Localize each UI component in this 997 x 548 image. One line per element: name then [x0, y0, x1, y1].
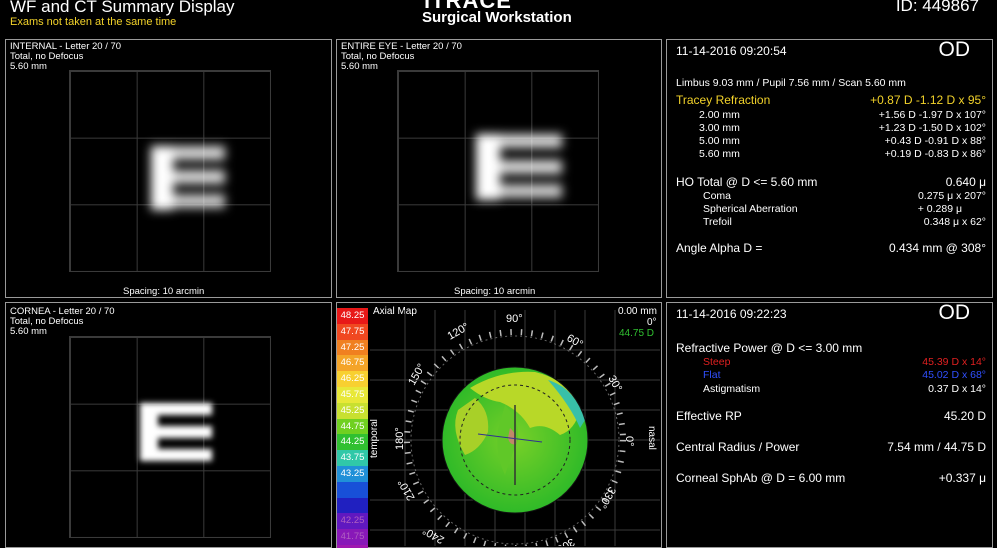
- angle-label: 240°: [421, 524, 447, 546]
- angle-label: 60°: [565, 332, 585, 351]
- scale-swatch: 43.75: [337, 450, 368, 466]
- spacing-label: Spacing: 10 arcmin: [454, 286, 536, 297]
- eye-label: OD: [938, 301, 971, 324]
- zone-value: +0.43 D -0.91 D x 88°: [884, 135, 986, 147]
- trefoil-label: Trefoil: [703, 216, 732, 228]
- angle-label: 210°: [396, 477, 418, 503]
- nasal-label: nasal: [646, 426, 657, 450]
- exam-datetime: 11-14-2016 09:22:23: [676, 307, 787, 321]
- coma-label: Coma: [703, 190, 732, 202]
- tracey-refraction-value: +0.87 D -1.12 D x 95°: [870, 93, 986, 107]
- scale-swatch: 47.75: [337, 323, 368, 340]
- scale-swatch: 45.25: [337, 402, 368, 419]
- scale-swatch: 47.25: [337, 339, 368, 356]
- scale-swatch: 48.25: [337, 308, 368, 324]
- flat-value: 45.02 D x 68°: [922, 369, 986, 381]
- limbus-pupil-scan: Limbus 9.03 mm / Pupil 7.56 mm / Scan 5.…: [676, 77, 906, 89]
- tracey-refraction-label: Tracey Refraction: [676, 93, 771, 107]
- internal-panel[interactable]: INTERNAL - Letter 20 / 70 Total, no Defo…: [5, 39, 332, 298]
- psf-letter-e: [136, 399, 216, 465]
- zone-value: +0.19 D -0.83 D x 86°: [884, 148, 986, 160]
- eye-label: OD: [938, 38, 971, 61]
- coma-value: 0.275 μ x 207°: [917, 190, 986, 202]
- spherical-aberration-value: + 0.289 μ: [917, 203, 962, 215]
- refractive-power-label: Refractive Power @ D <= 3.00 mm: [676, 341, 863, 355]
- angle-label: 90°: [506, 313, 523, 325]
- entire-eye-panel[interactable]: ENTIRE EYE - Letter 20 / 70 Total, no De…: [336, 39, 662, 298]
- scale-swatch: 42.25: [337, 513, 368, 530]
- spacing-label: Spacing: 10 arcmin: [123, 286, 205, 297]
- zone-value: +1.56 D -1.97 D x 107°: [878, 109, 986, 121]
- zone-mm: 5.60 mm: [699, 148, 740, 160]
- ho-total-label: HO Total @ D <= 5.60 mm: [676, 175, 818, 189]
- panel-diameter: 5.60 mm: [10, 326, 47, 337]
- topography-info-panel: 11-14-2016 09:22:23 OD Refractive Power …: [666, 301, 993, 548]
- spherical-aberration-label: Spherical Aberration: [703, 203, 798, 215]
- zone-value: +1.23 D -1.50 D x 102°: [878, 122, 986, 134]
- scale-swatch: [337, 481, 368, 498]
- scale-swatch: 44.75: [337, 418, 368, 435]
- angle-label: 180°: [394, 427, 406, 450]
- effective-rp-label: Effective RP: [676, 409, 742, 423]
- color-scale: 48.25 47.75 47.25 46.75 46.25 45.75 45.25 44.75…: [337, 308, 368, 548]
- flat-label: Flat: [703, 369, 721, 381]
- angle-label: 30°: [605, 374, 624, 394]
- ho-total-value: 0.640 μ: [945, 175, 986, 189]
- central-radius-value: 7.54 mm / 44.75 D: [887, 440, 986, 454]
- exam-datetime: 11-14-2016 09:20:54: [676, 44, 787, 58]
- corneal-map: [441, 366, 589, 514]
- zone-mm: 3.00 mm: [699, 122, 740, 134]
- angle-label: 120°: [446, 321, 472, 343]
- scale-swatch: 44.25: [337, 434, 368, 451]
- panel-diameter: 5.60 mm: [341, 61, 378, 72]
- app-title: WF and CT Summary Display: [10, 0, 235, 16]
- effective-rp-value: 45.20 D: [943, 409, 986, 423]
- steep-value: 45.39 D x 14°: [922, 356, 986, 368]
- zone-mm: 2.00 mm: [699, 109, 740, 121]
- zone-mm: 5.00 mm: [699, 135, 740, 147]
- scale-swatch: [337, 497, 368, 514]
- scale-swatch: 43.25: [337, 465, 368, 482]
- astigmatism-label: Astigmatism: [703, 383, 761, 395]
- psf-letter-e: [147, 140, 227, 220]
- temporal-label: temporal: [370, 419, 380, 458]
- axial-map-canvas[interactable]: 90° 60° 120° 30° 150° 0° 180° 210° 330° …: [370, 310, 660, 546]
- steep-label: Steep: [703, 356, 731, 368]
- trefoil-value: 0.348 μ x 62°: [923, 216, 986, 228]
- wavefront-info-panel: 11-14-2016 09:20:54 OD Limbus 9.03 mm / …: [666, 38, 993, 298]
- astigmatism-value: 0.37 D x 14°: [928, 383, 986, 395]
- corneal-sphab-label: Corneal SphAb @ D = 6.00 mm: [676, 471, 846, 485]
- brand-subtitle: Surgical Workstation: [422, 9, 572, 26]
- panel-diameter: 5.60 mm: [10, 61, 47, 72]
- angle-alpha-label: Angle Alpha D =: [676, 241, 763, 255]
- corneal-sphab-value: +0.337 μ: [938, 471, 986, 485]
- angle-alpha-value: 0.434 mm @ 308°: [888, 241, 986, 255]
- scale-swatch: 46.75: [337, 355, 368, 372]
- angle-label: 0°: [623, 436, 635, 447]
- central-radius-label: Central Radius / Power: [676, 440, 800, 454]
- scale-swatch: 45.75: [337, 386, 368, 403]
- patient-id: ID: 449867: [895, 0, 979, 15]
- scale-swatch: 41.75: [337, 529, 368, 545]
- scale-swatch: 46.25: [337, 371, 368, 387]
- psf-letter-e: [472, 128, 567, 208]
- cornea-panel[interactable]: CORNEA - Letter 20 / 70 Total, no Defocu…: [5, 302, 332, 548]
- exam-warning: Exams not taken at the same time: [10, 16, 177, 28]
